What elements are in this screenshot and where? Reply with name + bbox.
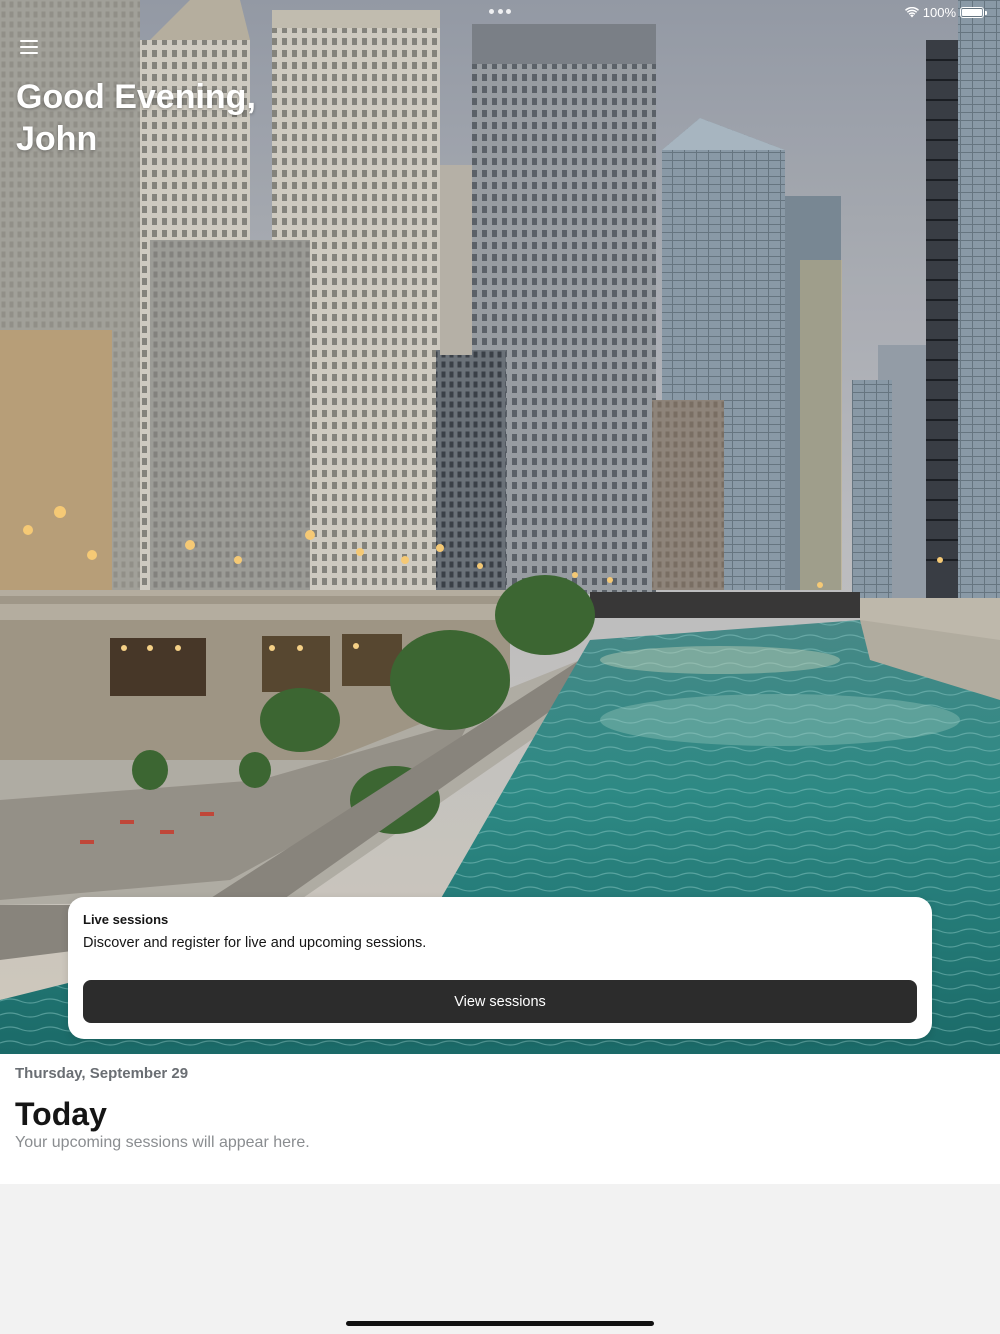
multitasking-dots[interactable]	[489, 9, 511, 15]
wifi-icon	[904, 6, 919, 17]
today-date: Thursday, September 29	[15, 1065, 189, 1082]
hero-image: 100% Good Evening, John	[0, 0, 1000, 1054]
dot	[497, 9, 503, 14]
menu-line	[20, 40, 38, 42]
dot	[506, 9, 511, 14]
live-sessions-card: Live sessions Discover and register for …	[68, 897, 932, 1039]
view-sessions-button[interactable]: View sessions	[83, 980, 917, 1023]
status-bar: 100%	[904, 4, 987, 20]
today-empty-message: Your upcoming sessions will appear here.	[15, 1134, 310, 1151]
hamburger-menu-button[interactable]	[20, 40, 40, 56]
home-indicator[interactable]	[346, 1321, 654, 1326]
today-heading: Today	[15, 1096, 107, 1132]
live-sessions-title: Live sessions	[83, 912, 169, 927]
greeting-title: Good Evening, John	[16, 78, 256, 158]
menu-line	[20, 46, 38, 48]
battery-percent: 100%	[922, 4, 956, 20]
today-section: Thursday, September 29 Today Your upcomi…	[0, 1054, 1000, 1184]
battery-icon	[960, 6, 987, 18]
battery-fill	[962, 8, 982, 16]
dot	[489, 9, 494, 14]
menu-line	[20, 52, 38, 54]
live-sessions-description: Discover and register for live and upcom…	[83, 935, 427, 951]
